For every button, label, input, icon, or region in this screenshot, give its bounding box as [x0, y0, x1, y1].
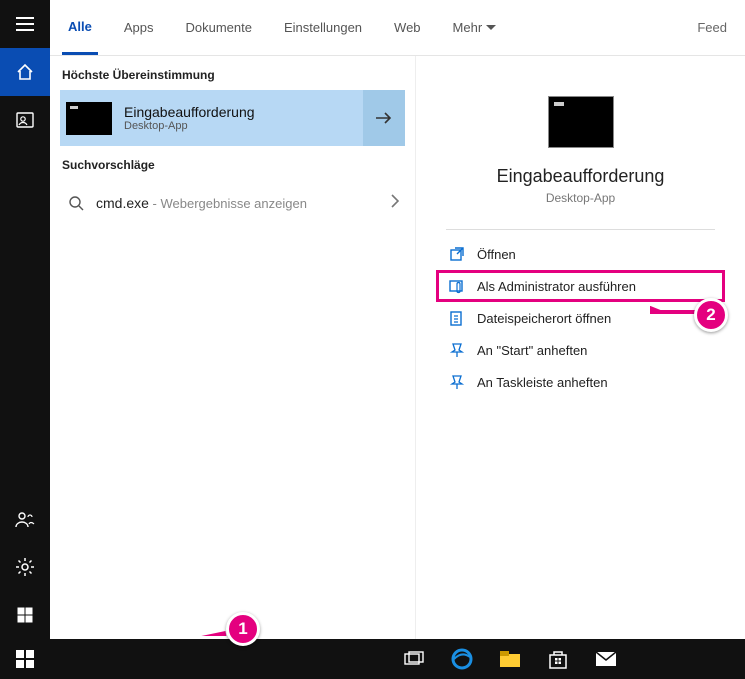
tab-einstellungen[interactable]: Einstellungen [278, 1, 368, 55]
action-open-location-label: Dateispeicherort öffnen [477, 311, 611, 326]
contact-card-icon[interactable] [0, 96, 50, 144]
people-icon[interactable] [0, 495, 50, 543]
left-rail [0, 0, 50, 679]
best-match-subtitle: Desktop-App [124, 120, 363, 132]
taskbar [50, 639, 745, 679]
action-open[interactable]: Öffnen [436, 238, 725, 270]
tab-web[interactable]: Web [388, 1, 427, 55]
action-pin-start-label: An "Start" anheften [477, 343, 587, 358]
gear-icon[interactable] [0, 543, 50, 591]
preview-app-icon [548, 96, 614, 148]
tab-alle[interactable]: Alle [62, 1, 98, 55]
preview-pane: Eingabeaufforderung Desktop-App Öffnen A… [415, 56, 745, 679]
office-icon[interactable] [0, 591, 50, 639]
best-match-title: Eingabeaufforderung [124, 104, 363, 120]
cmd-icon [66, 102, 112, 135]
annotation-badge-2: 2 [694, 298, 728, 332]
preview-title: Eingabeaufforderung [497, 166, 665, 187]
file-explorer-icon[interactable] [486, 639, 534, 679]
task-view-icon[interactable] [390, 639, 438, 679]
tab-dokumente[interactable]: Dokumente [179, 1, 257, 55]
action-pin-taskbar-label: An Taskleiste anheften [477, 375, 608, 390]
edge-icon[interactable] [438, 639, 486, 679]
tab-apps[interactable]: Apps [118, 1, 160, 55]
suggestions-header: Suchvorschläge [50, 146, 415, 180]
hamburger-icon[interactable] [0, 0, 50, 48]
store-icon[interactable] [534, 639, 582, 679]
action-pin-taskbar[interactable]: An Taskleiste anheften [436, 366, 725, 398]
tab-feed[interactable]: Feed [691, 1, 733, 55]
chevron-right-icon [391, 194, 399, 213]
web-suggestion[interactable]: cmd.exe - Webergebnisse anzeigen [50, 180, 415, 226]
action-run-admin-label: Als Administrator ausführen [477, 279, 636, 294]
home-icon[interactable] [0, 48, 50, 96]
best-match-item[interactable]: Eingabeaufforderung Desktop-App [60, 90, 405, 146]
annotation-arrow-2 [650, 306, 700, 314]
category-tabs: Alle Apps Dokumente Einstellungen Web Me… [50, 0, 745, 56]
action-run-admin[interactable]: Als Administrator ausführen [436, 270, 725, 302]
mail-icon[interactable] [582, 639, 630, 679]
results-column: Höchste Übereinstimmung Eingabeaufforder… [50, 56, 415, 679]
best-match-expand[interactable] [363, 90, 405, 146]
web-suggestion-text: cmd.exe - Webergebnisse anzeigen [86, 195, 391, 211]
action-open-label: Öffnen [477, 247, 516, 262]
divider [446, 229, 715, 230]
preview-subtitle: Desktop-App [546, 191, 615, 205]
annotation-arrow-1 [140, 628, 230, 636]
tab-mehr-label: Mehr [453, 20, 483, 35]
action-pin-start[interactable]: An "Start" anheften [436, 334, 725, 366]
search-icon [66, 196, 86, 211]
annotation-badge-1: 1 [226, 612, 260, 646]
start-button[interactable] [0, 639, 50, 679]
tab-mehr[interactable]: Mehr [447, 1, 503, 55]
best-match-header: Höchste Übereinstimmung [50, 56, 415, 90]
search-panel: Alle Apps Dokumente Einstellungen Web Me… [50, 0, 745, 679]
